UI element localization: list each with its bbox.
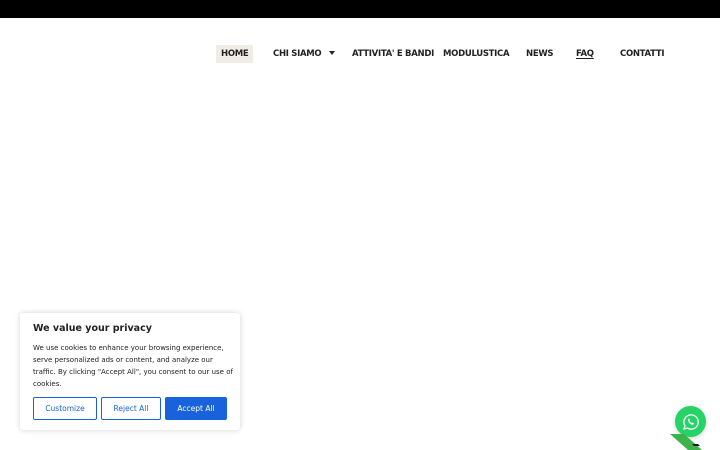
reject-all-button[interactable]: Reject All [101, 397, 161, 420]
caret-down-icon[interactable] [329, 50, 336, 55]
customize-button[interactable]: Customize [33, 397, 97, 420]
nav-item-label: CONTATTI [620, 49, 665, 59]
whatsapp-chat-button[interactable] [675, 406, 706, 437]
main-navigation: HOME CHI SIAMO ATTIVITA' E BANDI MODULUS… [0, 18, 720, 78]
nav-item-label: ATTIVITA' E BANDI [352, 49, 434, 59]
cookie-description: We use cookies to enhance your browsing … [33, 344, 233, 388]
accept-all-button[interactable]: Accept All [165, 397, 227, 420]
ribbon-badge [670, 434, 710, 450]
nav-item-label: MODULUSTICA [443, 49, 510, 59]
nav-item-label: FAQ [576, 49, 594, 59]
nav-item-chi-siamo[interactable]: CHI SIAMO [273, 45, 336, 63]
nav-item-label: CHI SIAMO [273, 49, 322, 59]
nav-item-news[interactable]: NEWS [526, 45, 554, 63]
nav-item-home[interactable]: HOME [216, 45, 254, 63]
nav-item-modulustica[interactable]: MODULUSTICA [443, 45, 510, 63]
cookie-consent-banner: We value your privacy We use cookies to … [20, 313, 240, 430]
nav-item-contatti[interactable]: CONTATTI [620, 45, 665, 63]
whatsapp-icon [682, 413, 699, 430]
nav-item-attivita-e-bandi[interactable]: ATTIVITA' E BANDI [352, 45, 434, 63]
nav-item-label: HOME [221, 49, 249, 59]
top-bar [0, 0, 720, 18]
nav-item-faq[interactable]: FAQ [576, 45, 594, 63]
nav-item-label: NEWS [526, 49, 554, 59]
cookie-title: We value your privacy [33, 323, 152, 334]
